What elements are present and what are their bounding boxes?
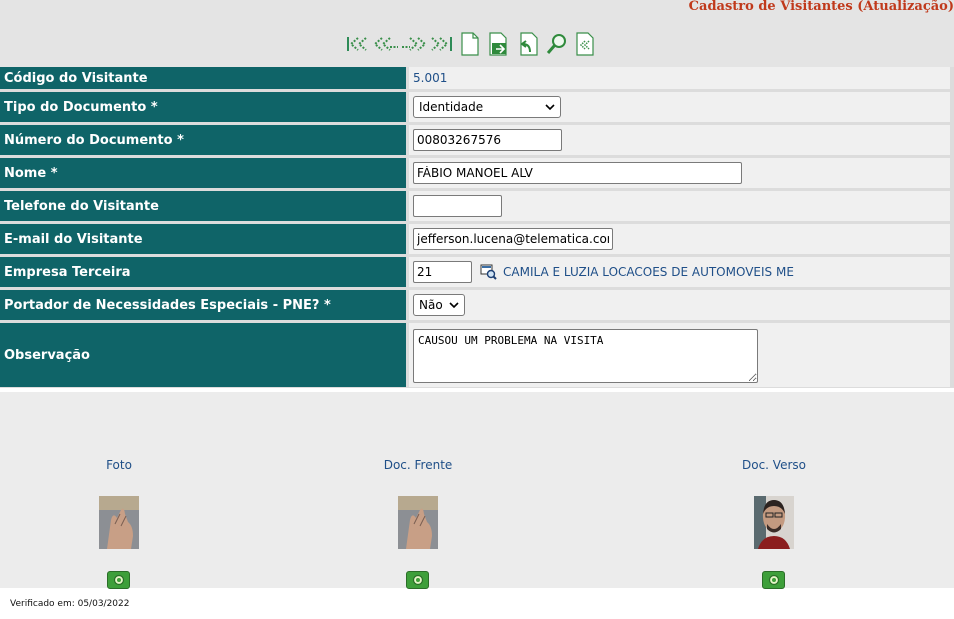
row-codigo: Código do Visitante 5.001 — [0, 67, 954, 89]
row-numero-documento: Número do Documento * — [0, 125, 954, 155]
document-front-camera-button[interactable] — [406, 571, 429, 589]
field-label: Observação — [0, 323, 406, 387]
last-record-icon[interactable] — [428, 32, 456, 56]
document-type-select[interactable]: Identidade — [413, 96, 561, 118]
record-toolbar — [346, 32, 598, 56]
visitor-form: Código do Visitante 5.001 Tipo do Docume… — [0, 67, 954, 388]
field-label: Portador de Necessidades Especiais - PNE… — [0, 290, 406, 320]
undo-icon[interactable] — [514, 32, 542, 56]
row-tipo-documento: Tipo do Documento * Identidade — [0, 92, 954, 122]
photo-panel: Foto Doc. Frente Doc. Verso — [0, 392, 954, 589]
field-label: Telefone do Visitante — [0, 191, 406, 221]
save-record-icon[interactable] — [484, 32, 514, 56]
visitor-photo-thumbnail[interactable] — [99, 496, 139, 549]
chevron-down-icon — [545, 100, 555, 114]
previous-record-icon[interactable] — [372, 32, 400, 56]
pne-selected: Não — [419, 298, 443, 312]
verification-footer: Verificado em: 05/03/2022 — [10, 599, 130, 609]
email-input[interactable] — [413, 228, 613, 250]
company-code-input[interactable] — [413, 261, 472, 283]
field-label: Empresa Terceira — [0, 257, 406, 287]
first-record-icon[interactable] — [346, 32, 372, 56]
field-label: E-mail do Visitante — [0, 224, 406, 254]
back-icon[interactable] — [572, 32, 598, 56]
search-icon[interactable] — [542, 32, 572, 56]
phone-input[interactable] — [413, 195, 502, 217]
document-back-thumbnail[interactable] — [754, 496, 794, 549]
pne-select[interactable]: Não — [413, 294, 465, 316]
visitor-code-value: 5.001 — [413, 71, 448, 85]
chevron-down-icon — [449, 298, 459, 312]
new-record-icon[interactable] — [456, 32, 484, 56]
photo-caption: Foto — [106, 458, 132, 472]
row-email: E-mail do Visitante — [0, 224, 954, 254]
name-input[interactable] — [413, 162, 742, 184]
field-label: Nome * — [0, 158, 406, 188]
photo-camera-button[interactable] — [107, 571, 130, 589]
company-name-link[interactable]: CAMILA E LUZIA LOCACOES DE AUTOMOVEIS ME — [503, 265, 794, 279]
row-observacao: Observação CAUSOU UM PROBLEMA NA VISITA — [0, 323, 954, 387]
row-empresa: Empresa Terceira CAMILA E LUZIA LOCACOES… — [0, 257, 954, 287]
document-front-thumbnail[interactable] — [398, 496, 438, 549]
photo-caption: Doc. Verso — [742, 458, 806, 472]
row-telefone: Telefone do Visitante — [0, 191, 954, 221]
company-lookup-icon[interactable] — [480, 264, 497, 280]
document-back-camera-button[interactable] — [762, 571, 785, 589]
observation-textarea[interactable]: CAUSOU UM PROBLEMA NA VISITA — [413, 328, 758, 383]
row-pne: Portador de Necessidades Especiais - PNE… — [0, 290, 954, 320]
document-number-input[interactable] — [413, 129, 562, 151]
document-type-selected: Identidade — [419, 100, 484, 114]
row-nome: Nome * — [0, 158, 954, 188]
page-title: Cadastro de Visitantes (Atualização) — [688, 0, 954, 14]
next-record-icon[interactable] — [400, 32, 428, 56]
field-label: Tipo do Documento * — [0, 92, 406, 122]
field-label: Número do Documento * — [0, 125, 406, 155]
photo-caption: Doc. Frente — [383, 458, 453, 472]
field-label: Código do Visitante — [0, 67, 406, 89]
header-bar: Cadastro de Visitantes (Atualização) — [0, 0, 954, 67]
